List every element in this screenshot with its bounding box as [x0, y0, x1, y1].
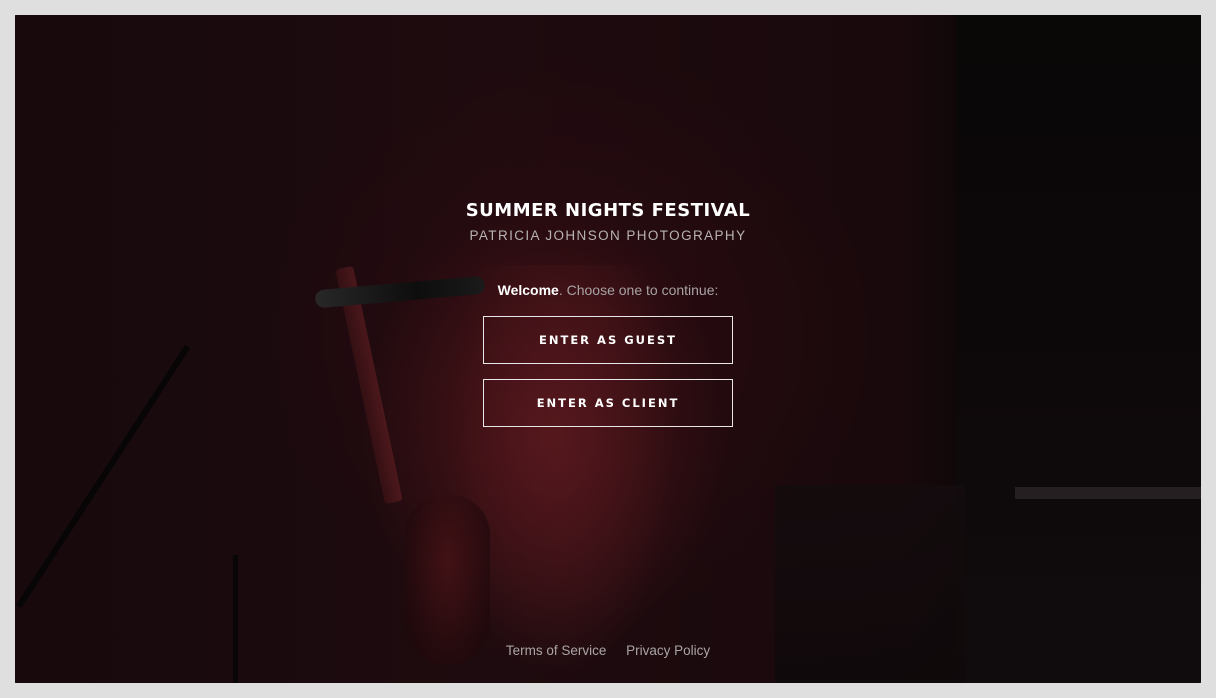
landing-content: SUMMER NIGHTS FESTIVAL PATRICIA JOHNSON … — [15, 15, 1201, 683]
photographer-name: PATRICIA JOHNSON PHOTOGRAPHY — [469, 228, 747, 243]
welcome-instruction: . Choose one to continue: — [558, 282, 719, 298]
gallery-title: SUMMER NIGHTS FESTIVAL — [465, 200, 751, 221]
footer-links: Terms of Service Privacy Policy — [15, 643, 1201, 658]
enter-as-guest-button[interactable]: ENTER AS GUEST — [483, 316, 733, 364]
terms-of-service-link[interactable]: Terms of Service — [506, 643, 607, 658]
privacy-policy-link[interactable]: Privacy Policy — [626, 643, 710, 658]
welcome-message: Welcome. Choose one to continue: — [15, 282, 1201, 298]
enter-as-client-button[interactable]: ENTER AS CLIENT — [483, 379, 733, 427]
landing-frame: SUMMER NIGHTS FESTIVAL PATRICIA JOHNSON … — [15, 15, 1201, 683]
welcome-bold: Welcome — [497, 282, 559, 298]
